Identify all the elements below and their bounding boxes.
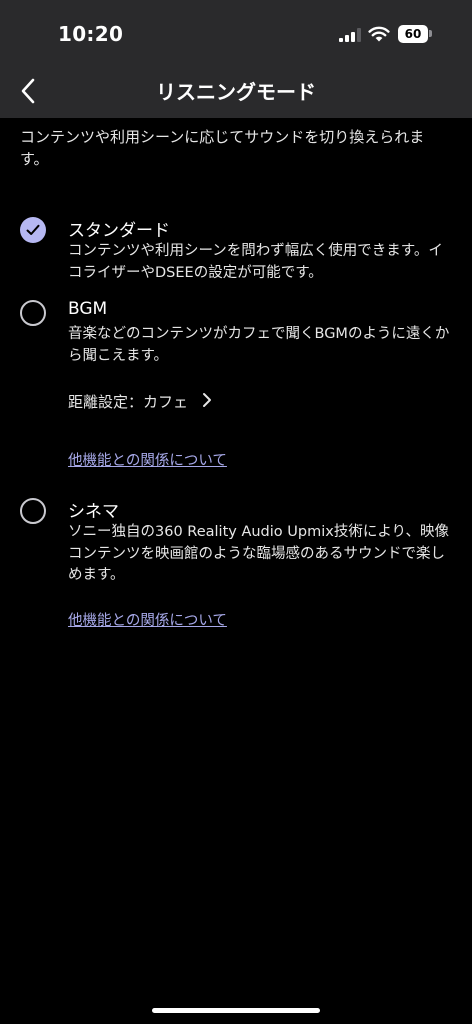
battery-level: 60 <box>398 25 428 43</box>
option-title-cinema[interactable]: シネマ <box>68 497 119 522</box>
page-title: リスニングモード <box>156 80 316 104</box>
header: 10:20 60 リスニングモード <box>0 0 472 118</box>
checkmark-icon <box>26 224 40 235</box>
home-indicator[interactable] <box>152 1008 320 1013</box>
chevron-right-icon <box>202 392 212 412</box>
related-features-link-bgm[interactable]: 他機能との関係について <box>68 449 227 470</box>
radio-bgm[interactable] <box>20 300 46 326</box>
battery-icon: 60 <box>398 25 434 43</box>
signal-icon <box>339 28 361 42</box>
status-time: 10:20 <box>58 22 124 46</box>
related-features-link-cinema[interactable]: 他機能との関係について <box>68 609 227 630</box>
radio-cinema[interactable] <box>20 498 46 524</box>
option-title-bgm[interactable]: BGM <box>68 299 107 319</box>
battery-cap <box>429 30 432 37</box>
option-title-standard[interactable]: スタンダード <box>68 216 170 241</box>
page-description: コンテンツや利用シーンに応じてサウンドを切り換えられます。 <box>20 128 425 168</box>
option-description-standard: コンテンツや利用シーンを問わず幅広く使用できます。イコライザーやDSEEの設定が… <box>68 243 443 281</box>
option-description-bgm: 音楽などのコンテンツがカフェで聞くBGMのように遠くから聞こえます。 <box>68 326 450 364</box>
distance-setting-label: 距離設定：カフェ <box>68 393 189 411</box>
distance-setting-button[interactable]: 距離設定：カフェ <box>68 391 212 412</box>
wifi-icon <box>368 26 390 42</box>
option-description-cinema: ソニー独自の360 Reality Audio Upmix技術により、映像コンテ… <box>68 524 449 583</box>
radio-standard[interactable] <box>20 217 46 243</box>
